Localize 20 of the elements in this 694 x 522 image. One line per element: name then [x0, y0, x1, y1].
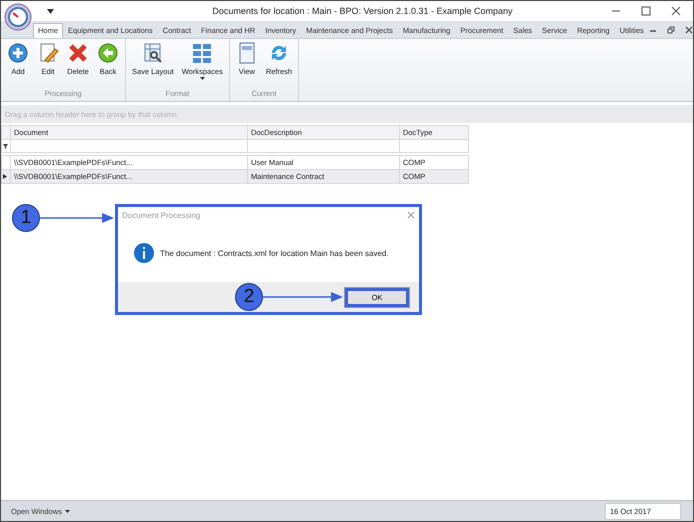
filter-icon[interactable] — [3, 144, 8, 148]
layout-icon — [142, 42, 164, 64]
filter-cell[interactable] — [10, 140, 248, 152]
window-title: Documents for location : Main - BPO: Version 2.1.0.31 - Example Company — [211, 6, 514, 16]
delete-icon — [67, 42, 89, 64]
filter-cell[interactable] — [247, 140, 400, 152]
back-icon — [97, 42, 119, 64]
dialog-title: Document Processing — [122, 211, 200, 220]
grid-icon — [191, 42, 214, 64]
caret-icon — [64, 510, 70, 512]
row-indicator-icon — [3, 174, 7, 179]
filter-cell[interactable] — [399, 140, 468, 152]
maximize-icon[interactable] — [641, 6, 651, 16]
info-icon — [134, 243, 154, 263]
close-icon[interactable] — [684, 26, 693, 34]
add-icon — [7, 42, 29, 64]
dropdown-caret-icon[interactable] — [47, 8, 54, 14]
close-icon[interactable] — [671, 6, 681, 16]
dialog-message: The document : Contracts.xml for location Main has been saved. — [160, 248, 389, 258]
restore-icon[interactable] — [666, 26, 675, 34]
